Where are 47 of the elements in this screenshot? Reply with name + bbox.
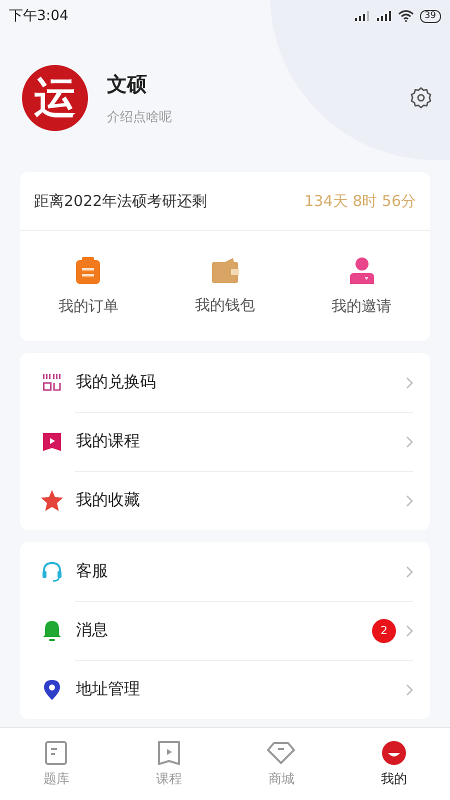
user-name: 文硕 [107, 70, 148, 98]
unread-count-badge: 2 [372, 618, 396, 642]
chevron-right-icon [406, 684, 413, 696]
countdown-time: 134天 8时 56分 [304, 192, 416, 210]
video-icon [156, 740, 181, 764]
diamond-icon [267, 740, 296, 764]
shortcut-item[interactable]: 我的钱包 [156, 231, 294, 341]
status-time: 下午3:04 [9, 7, 68, 25]
document-icon [44, 740, 68, 764]
menu-label: 我的课程 [76, 431, 141, 452]
wifi-icon [398, 10, 414, 22]
headset-icon [41, 560, 63, 582]
menu-item[interactable]: 我的兑换码 [20, 353, 430, 412]
chevron-right-icon [406, 494, 413, 506]
chevron-right-icon [406, 566, 413, 578]
menu-label: 我的收藏 [76, 490, 141, 511]
menu-label: 客服 [76, 561, 109, 582]
signal-icon [354, 11, 370, 21]
settings-icon[interactable] [409, 86, 433, 110]
menu-item[interactable]: 我的课程 [20, 412, 430, 471]
wallet-icon [211, 258, 239, 284]
signal-icon [376, 11, 392, 21]
clipboard-icon [75, 256, 102, 284]
bell-icon [42, 620, 62, 642]
shortcut-item[interactable]: 我的邀请 [293, 231, 430, 341]
location-pin-icon [43, 678, 61, 700]
menu-item[interactable]: 地址管理 [20, 660, 430, 719]
menu-label: 我的兑换码 [76, 372, 157, 393]
battery-level: 39 [420, 10, 441, 22]
tab-item[interactable]: 我的 [338, 728, 450, 800]
menu-item[interactable]: 消息 2 [20, 601, 430, 660]
shortcut-item[interactable]: 我的订单 [20, 231, 157, 341]
person-icon [348, 256, 376, 284]
video-icon [42, 432, 62, 452]
menu-item[interactable]: 客服 [20, 542, 430, 601]
chevron-right-icon [406, 376, 413, 388]
avatar-logo: 运 [22, 65, 88, 131]
smile-icon [382, 740, 406, 764]
user-bio: 介绍点啥呢 [107, 108, 173, 126]
countdown-label: 距离2022年法硕考研还剩 [34, 192, 208, 210]
menu-label: 消息 [76, 620, 109, 641]
code-icon [42, 372, 62, 392]
chevron-right-icon [406, 624, 413, 636]
chevron-right-icon [406, 436, 413, 448]
star-icon [41, 490, 63, 511]
menu-label: 地址管理 [76, 679, 141, 700]
menu-item[interactable]: 我的收藏 [20, 471, 430, 530]
